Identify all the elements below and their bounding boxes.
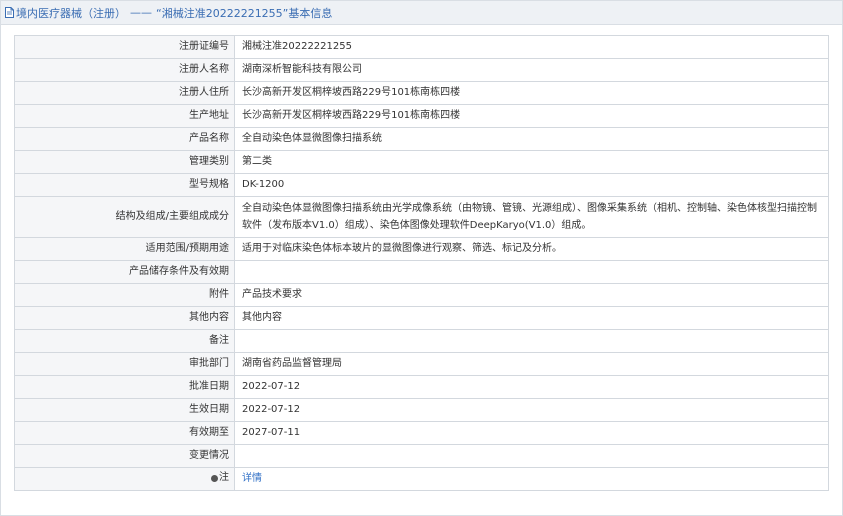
info-table-container: 注册证编号 湘械注准20222221255 注册人名称 湖南深析智能科技有限公司… [14,35,829,491]
table-row: 注册人名称 湖南深析智能科技有限公司 [14,58,829,82]
row-value: 湖南省药品监督管理局 [234,352,829,376]
row-label: 注册人名称 [14,58,235,82]
row-value: 2027-07-11 [234,421,829,445]
row-value [234,260,829,284]
row-value: 全自动染色体显微图像扫描系统 [234,127,829,151]
row-label: 其他内容 [14,306,235,330]
row-value: 2022-07-12 [234,375,829,399]
row-label: 管理类别 [14,150,235,174]
table-row: 结构及组成/主要组成成分 全自动染色体显微图像扫描系统由光学成像系统（由物镜、管… [14,196,829,238]
row-value: 全自动染色体显微图像扫描系统由光学成像系统（由物镜、管镜、光源组成）、图像采集系… [234,196,829,238]
document-icon [5,7,14,18]
row-label: 生产地址 [14,104,235,128]
row-label: 备注 [14,329,235,353]
row-value: 长沙高新开发区桐梓坡西路229号101栋南栋四楼 [234,81,829,105]
record-panel: 境内医疗器械（注册） —— “湘械注准20222221255”基本信息 注册证编… [0,0,843,516]
row-label: 注册人住所 [14,81,235,105]
row-label: 变更情况 [14,444,235,468]
table-row: 注册人住所 长沙高新开发区桐梓坡西路229号101栋南栋四楼 [14,81,829,105]
table-row: 变更情况 [14,444,829,468]
row-label: 有效期至 [14,421,235,445]
note-label: 注 [211,471,229,485]
note-value-cell: 详情 [234,467,829,491]
row-label: 产品名称 [14,127,235,151]
table-row: 有效期至 2027-07-11 [14,421,829,445]
row-label: 生效日期 [14,398,235,422]
table-row-note: 注 详情 [14,467,829,491]
row-value [234,329,829,353]
note-label-cell: 注 [14,467,235,491]
table-row: 其他内容 其他内容 [14,306,829,330]
table-row: 备注 [14,329,829,353]
row-value: 其他内容 [234,306,829,330]
row-label: 附件 [14,283,235,307]
table-row: 产品名称 全自动染色体显微图像扫描系统 [14,127,829,151]
table-row: 批准日期 2022-07-12 [14,375,829,399]
row-label: 产品储存条件及有效期 [14,260,235,284]
table-row: 产品储存条件及有效期 [14,260,829,284]
info-table: 注册证编号 湘械注准20222221255 注册人名称 湖南深析智能科技有限公司… [14,35,829,491]
bullet-dot-icon [211,474,218,482]
note-label-text: 注 [219,472,229,484]
row-value: 长沙高新开发区桐梓坡西路229号101栋南栋四楼 [234,104,829,128]
table-row: 管理类别 第二类 [14,150,829,174]
row-value: 第二类 [234,150,829,174]
row-value: 湘械注准20222221255 [234,35,829,59]
row-value: 2022-07-12 [234,398,829,422]
row-label: 适用范围/预期用途 [14,237,235,261]
row-label: 结构及组成/主要组成成分 [14,196,235,238]
table-row: 生产地址 长沙高新开发区桐梓坡西路229号101栋南栋四楼 [14,104,829,128]
panel-title-bar: 境内医疗器械（注册） —— “湘械注准20222221255”基本信息 [1,1,842,25]
row-label: 批准日期 [14,375,235,399]
table-row: 适用范围/预期用途 适用于对临床染色体标本玻片的显微图像进行观察、筛选、标记及分… [14,237,829,261]
row-label: 审批部门 [14,352,235,376]
table-row: 型号规格 DK-1200 [14,173,829,197]
table-row: 注册证编号 湘械注准20222221255 [14,35,829,59]
info-table-body: 注册证编号 湘械注准20222221255 注册人名称 湖南深析智能科技有限公司… [14,35,829,491]
section-title: 境内医疗器械（注册） [16,6,126,20]
row-value: 产品技术要求 [234,283,829,307]
record-title: “湘械注准20222221255”基本信息 [156,6,333,20]
table-row: 审批部门 湖南省药品监督管理局 [14,352,829,376]
row-value: DK-1200 [234,173,829,197]
row-label: 注册证编号 [14,35,235,59]
row-value: 适用于对临床染色体标本玻片的显微图像进行观察、筛选、标记及分析。 [234,237,829,261]
table-row: 附件 产品技术要求 [14,283,829,307]
row-value [234,444,829,468]
row-value: 湖南深析智能科技有限公司 [234,58,829,82]
row-label: 型号规格 [14,173,235,197]
title-separator: —— [130,6,152,19]
details-link[interactable]: 详情 [242,473,262,484]
table-row: 生效日期 2022-07-12 [14,398,829,422]
